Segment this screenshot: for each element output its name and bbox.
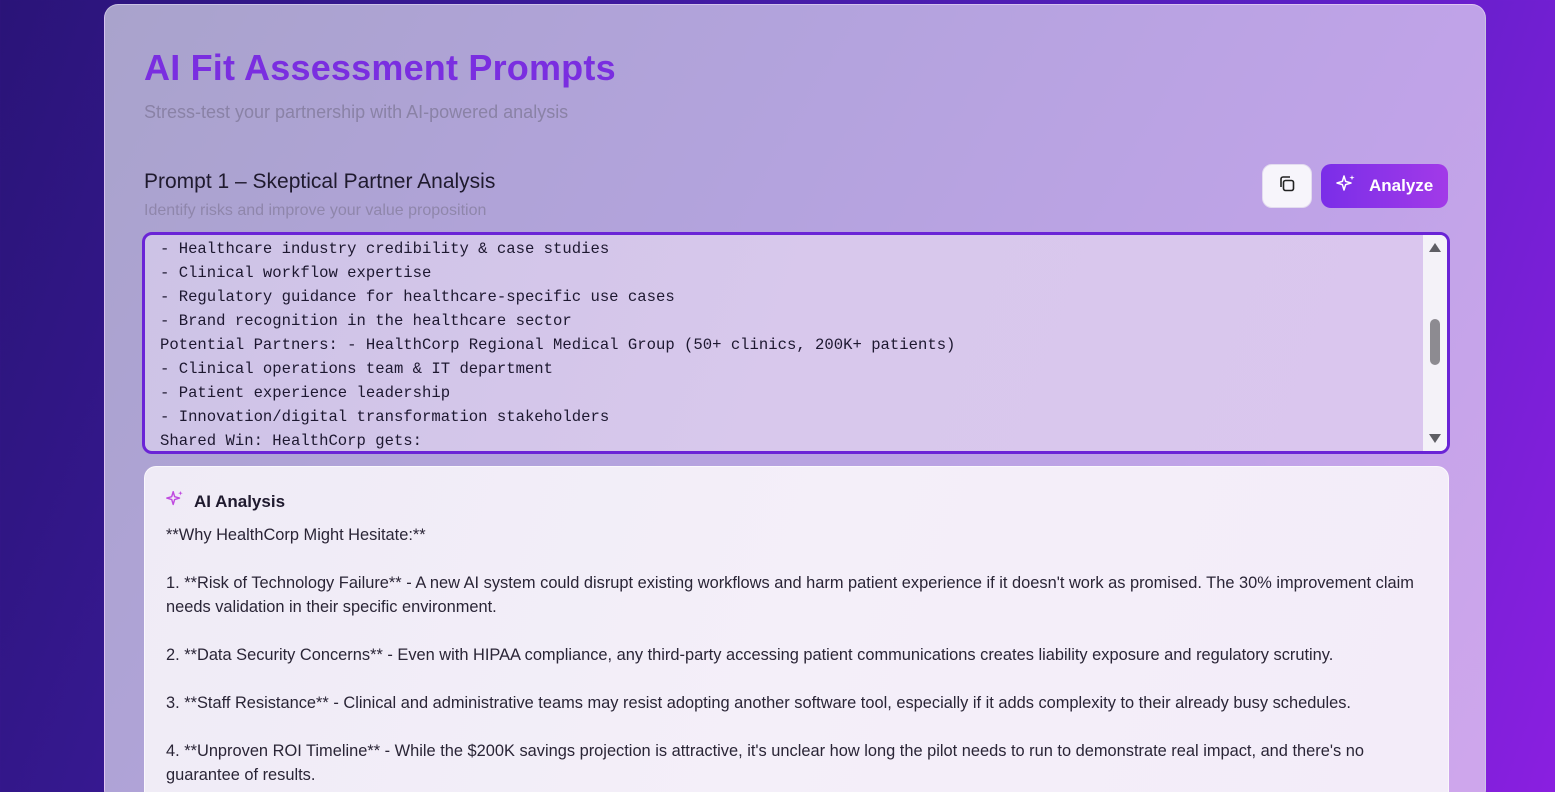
copy-button[interactable] xyxy=(1262,164,1312,208)
prompt-title: Prompt 1 – Skeptical Partner Analysis xyxy=(144,170,496,193)
scroll-up-arrow-icon[interactable] xyxy=(1429,243,1441,252)
editor-line: - Clinical workflow expertise xyxy=(160,264,432,282)
analysis-paragraph: 1. **Risk of Technology Failure** - A ne… xyxy=(166,574,1414,616)
scroll-down-arrow-icon[interactable] xyxy=(1429,434,1441,443)
sparkles-icon xyxy=(1335,173,1357,200)
analysis-paragraph: 4. **Unproven ROI Timeline** - While the… xyxy=(166,742,1364,784)
sparkles-icon xyxy=(165,489,185,514)
editor-scrollbar[interactable] xyxy=(1423,235,1447,451)
editor-line: Shared Win: HealthCorp gets: xyxy=(160,432,423,450)
analysis-panel: AI Analysis **Why HealthCorp Might Hesit… xyxy=(144,466,1449,792)
analysis-paragraph: 3. **Staff Resistance** - Clinical and a… xyxy=(166,694,1351,712)
editor-line: Potential Partners: - HealthCorp Regiona… xyxy=(160,336,956,354)
assessment-card: AI Fit Assessment Prompts Stress-test yo… xyxy=(104,4,1486,792)
editor-line: - Healthcare industry credibility & case… xyxy=(160,240,610,258)
editor-line: - Brand recognition in the healthcare se… xyxy=(160,312,572,330)
prompt-description: Identify risks and improve your value pr… xyxy=(144,202,487,219)
analysis-header: AI Analysis xyxy=(165,489,285,514)
editor-line: - Patient experience leadership xyxy=(160,384,451,402)
page-subtitle: Stress-test your partnership with AI-pow… xyxy=(144,102,569,122)
editor-line: - Regulatory guidance for healthcare-spe… xyxy=(160,288,675,306)
analysis-paragraph: 2. **Data Security Concerns** - Even wit… xyxy=(166,646,1334,664)
editor-line: - Clinical operations team & IT departme… xyxy=(160,360,554,378)
analyze-button[interactable]: Analyze xyxy=(1321,164,1448,208)
prompt-editor[interactable]: - Healthcare industry credibility & case… xyxy=(142,232,1450,454)
analysis-paragraph: **Why HealthCorp Might Hesitate:** xyxy=(166,526,426,544)
scroll-thumb[interactable] xyxy=(1430,319,1440,365)
prompt-text[interactable]: - Healthcare industry credibility & case… xyxy=(160,237,1420,451)
editor-line: - Innovation/digital transformation stak… xyxy=(160,408,610,426)
page-title: AI Fit Assessment Prompts xyxy=(144,47,616,88)
analysis-heading: AI Analysis xyxy=(194,491,286,511)
copy-icon xyxy=(1277,174,1297,199)
analysis-text: **Why HealthCorp Might Hesitate:** 1. **R… xyxy=(166,523,1416,792)
analyze-label: Analyze xyxy=(1369,176,1434,195)
